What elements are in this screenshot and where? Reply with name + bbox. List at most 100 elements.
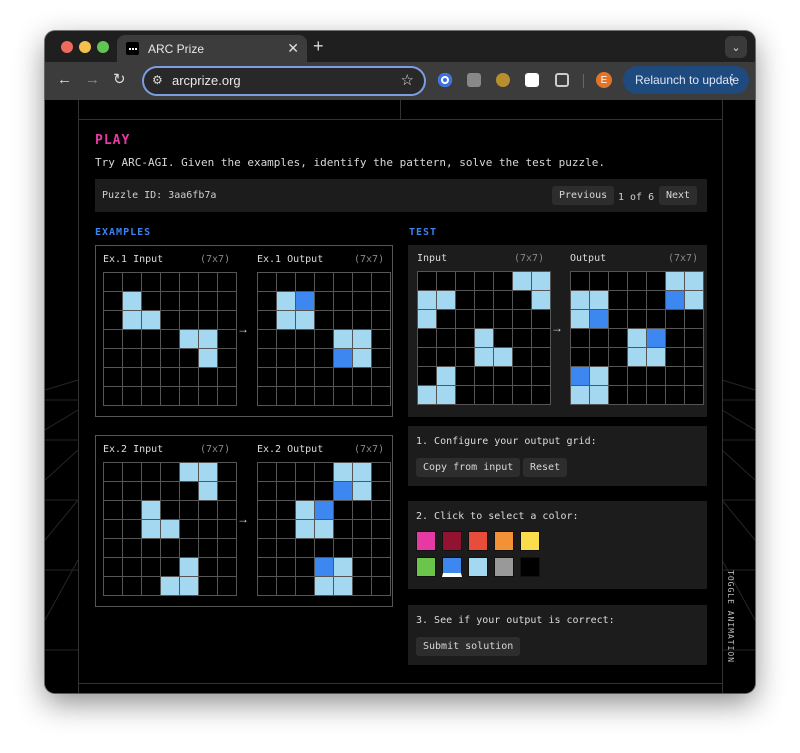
color-swatch-blue[interactable] — [442, 557, 462, 577]
back-button[interactable]: ← — [57, 71, 72, 89]
grid-cell — [161, 577, 179, 595]
grid-cell[interactable] — [628, 310, 646, 328]
grid-cell[interactable] — [609, 291, 627, 309]
extension-icon-1[interactable] — [438, 73, 452, 87]
reload-button[interactable]: ↻ — [113, 71, 126, 89]
grid-cell[interactable] — [571, 386, 589, 404]
submit-solution-button[interactable]: Submit solution — [416, 637, 521, 656]
grid-cell[interactable] — [628, 348, 646, 366]
grid-cell[interactable] — [666, 329, 684, 347]
new-tab-button[interactable]: + — [313, 36, 324, 56]
grid-cell[interactable] — [571, 329, 589, 347]
grid-cell[interactable] — [609, 348, 627, 366]
grid-cell[interactable] — [647, 329, 665, 347]
tab-search-button[interactable]: ⌄ — [725, 36, 747, 58]
grid-cell — [334, 292, 352, 310]
copy-from-input-button[interactable]: Copy from input — [416, 458, 521, 477]
extension-icon-2[interactable] — [467, 73, 481, 87]
grid-cell[interactable] — [609, 310, 627, 328]
grid-cell[interactable] — [571, 367, 589, 385]
grid-cell[interactable] — [628, 291, 646, 309]
grid-cell[interactable] — [628, 386, 646, 404]
grid-cell[interactable] — [571, 291, 589, 309]
grid-cell[interactable] — [590, 348, 608, 366]
grid-cell — [258, 292, 276, 310]
color-swatch-orange[interactable] — [494, 531, 514, 551]
grid-cell[interactable] — [685, 367, 703, 385]
grid-cell[interactable] — [666, 291, 684, 309]
grid-cell — [315, 558, 333, 576]
grid-cell[interactable] — [685, 291, 703, 309]
grid-cell[interactable] — [590, 386, 608, 404]
grid-cell — [296, 482, 314, 500]
grid-cell[interactable] — [647, 348, 665, 366]
grid-cell[interactable] — [590, 291, 608, 309]
grid-cell[interactable] — [685, 386, 703, 404]
grid-cell[interactable] — [647, 386, 665, 404]
grid-cell[interactable] — [666, 386, 684, 404]
grid-cell[interactable] — [666, 310, 684, 328]
grid-cell[interactable] — [590, 272, 608, 290]
browser-menu-icon[interactable]: ⋮ — [725, 71, 739, 88]
grid-cell[interactable] — [666, 367, 684, 385]
color-swatch-red[interactable] — [468, 531, 488, 551]
minimize-window-button[interactable] — [79, 41, 91, 53]
bookmark-star-icon[interactable]: ☆ — [401, 71, 414, 89]
grid-cell[interactable] — [647, 272, 665, 290]
grid-cell — [277, 311, 295, 329]
arc-favicon-icon — [126, 42, 139, 55]
color-swatch-yellow[interactable] — [520, 531, 540, 551]
grid-cell[interactable] — [590, 367, 608, 385]
color-swatch-green[interactable] — [416, 557, 436, 577]
grid-cell[interactable] — [571, 348, 589, 366]
address-bar[interactable]: ⚙ arcprize.org ☆ — [142, 66, 426, 96]
tab-close-icon[interactable]: ✕ — [287, 39, 299, 57]
next-button[interactable]: Next — [659, 186, 698, 205]
forward-button[interactable]: → — [85, 71, 100, 89]
grid-cell[interactable] — [628, 329, 646, 347]
grid-cell[interactable] — [590, 329, 608, 347]
color-swatch-light-blue[interactable] — [468, 557, 488, 577]
maximize-window-button[interactable] — [97, 41, 109, 53]
grid-cell[interactable] — [609, 272, 627, 290]
tab-arc-prize[interactable]: ARC Prize ✕ — [117, 35, 307, 62]
grid-cell — [218, 387, 236, 405]
grid-cell[interactable] — [685, 329, 703, 347]
color-swatch-magenta[interactable] — [416, 531, 436, 551]
extension-icon-4[interactable] — [525, 73, 539, 87]
grid-cell[interactable] — [666, 272, 684, 290]
grid-cell[interactable] — [685, 272, 703, 290]
color-swatch-black[interactable] — [520, 557, 540, 577]
color-swatch-gray[interactable] — [494, 557, 514, 577]
grid-cell — [142, 368, 160, 386]
grid-cell[interactable] — [666, 348, 684, 366]
grid-cell[interactable] — [609, 329, 627, 347]
grid-cell[interactable] — [628, 367, 646, 385]
grid-cell[interactable] — [628, 272, 646, 290]
grid-cell[interactable] — [685, 310, 703, 328]
url-text[interactable]: arcprize.org — [172, 73, 241, 88]
puzzle-bar: Puzzle ID: 3aa6fb7a Previous 1 of 6 Next — [95, 179, 707, 212]
color-swatch-maroon[interactable] — [442, 531, 462, 551]
grid-cell[interactable] — [609, 367, 627, 385]
grid-cell[interactable] — [647, 367, 665, 385]
toggle-animation-button[interactable]: TOGGLE ANIMATION — [726, 570, 735, 663]
grid-cell[interactable] — [647, 310, 665, 328]
grid-cell[interactable] — [647, 291, 665, 309]
site-info-icon[interactable]: ⚙ — [152, 73, 163, 87]
grid-cell[interactable] — [609, 386, 627, 404]
grid-cell[interactable] — [685, 348, 703, 366]
previous-button[interactable]: Previous — [552, 186, 615, 205]
profile-avatar[interactable]: E — [596, 72, 612, 88]
extension-icon-3[interactable] — [496, 73, 510, 87]
reset-button[interactable]: Reset — [523, 458, 568, 477]
relaunch-button[interactable]: Relaunch to update ⋮ — [623, 66, 749, 94]
extensions-puzzle-icon[interactable] — [555, 73, 569, 87]
submit-panel: 3. See if your output is correct: Submit… — [408, 605, 707, 665]
grid-cell — [258, 273, 276, 291]
grid-cell[interactable] — [571, 272, 589, 290]
close-window-button[interactable] — [61, 41, 73, 53]
grid-cell[interactable] — [590, 310, 608, 328]
grid-cell[interactable] — [571, 310, 589, 328]
test-output-grid[interactable] — [570, 271, 704, 405]
